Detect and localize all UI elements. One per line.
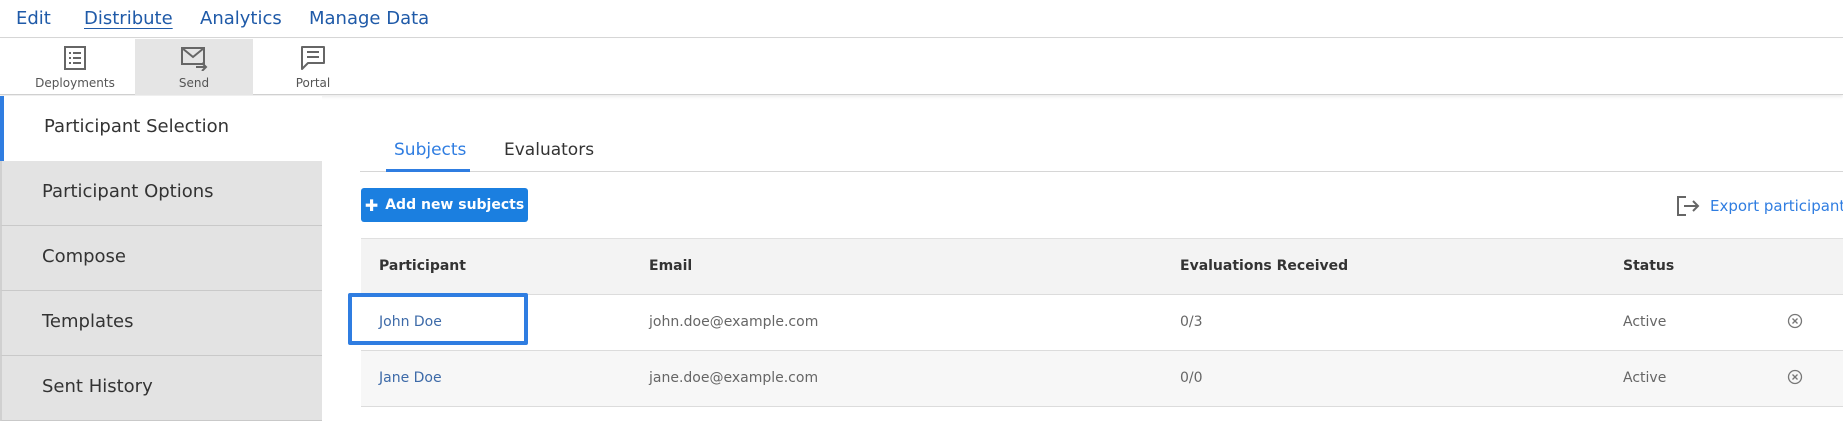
top-menu-bar: Edit Distribute Analytics Manage Data <box>0 0 1843 38</box>
export-participants-link[interactable]: Export participants <box>1676 193 1843 219</box>
table-row: Jane Doe jane.doe@example.com 0/0 Active <box>361 351 1843 407</box>
tool-send-label: Send <box>178 76 210 90</box>
status-text: Active <box>1623 370 1667 386</box>
header-status[interactable]: Status <box>1623 258 1674 274</box>
sidebar-item-participant-selection[interactable]: Participant Selection <box>0 96 322 161</box>
sidebar-item-participant-options[interactable]: Participant Options <box>0 161 322 226</box>
sidebar-item-templates[interactable]: Templates <box>0 291 322 356</box>
tool-send[interactable]: Send <box>135 39 253 95</box>
tool-portal-label: Portal <box>295 76 331 90</box>
tool-deployments-label: Deployments <box>35 76 115 90</box>
export-participants-label: Export participants <box>1710 197 1843 215</box>
menu-manage-data[interactable]: Manage Data <box>309 8 429 29</box>
list-icon <box>64 46 86 70</box>
plus-icon: ✚ <box>364 195 379 215</box>
remove-circle-icon[interactable] <box>1787 313 1803 329</box>
remove-circle-icon[interactable] <box>1787 369 1803 385</box>
status-text: Active <box>1623 314 1667 330</box>
participant-name-link[interactable]: John Doe <box>379 314 442 330</box>
menu-distribute[interactable]: Distribute <box>84 8 173 29</box>
sidebar-item-label: Participant Options <box>42 181 214 202</box>
tab-bar: Subjects Evaluators <box>360 96 1843 172</box>
chat-icon <box>301 46 325 70</box>
tab-subjects[interactable]: Subjects <box>394 140 466 160</box>
export-icon <box>1677 196 1700 216</box>
sidebar-item-label: Compose <box>42 246 127 267</box>
add-new-subjects-button[interactable]: ✚ Add new subjects <box>361 188 528 222</box>
evaluations-received: 0/0 <box>1180 370 1203 386</box>
participant-name-link[interactable]: Jane Doe <box>379 370 442 386</box>
participant-email: john.doe@example.com <box>649 314 819 330</box>
tool-deployments[interactable]: Deployments <box>16 39 134 95</box>
tab-evaluators[interactable]: Evaluators <box>504 140 594 160</box>
active-tab-indicator <box>386 169 470 172</box>
participant-email: jane.doe@example.com <box>649 370 819 386</box>
toolbar: Deployments Send Portal <box>0 39 1843 95</box>
menu-analytics[interactable]: Analytics <box>200 8 282 29</box>
add-new-subjects-label: Add new subjects <box>385 197 525 213</box>
sidebar-item-label: Templates <box>42 311 134 332</box>
table-row: John Doe john.doe@example.com 0/3 Active <box>361 295 1843 351</box>
table-header: Participant Email Evaluations Received S… <box>361 238 1843 295</box>
evaluations-received: 0/3 <box>1180 314 1203 330</box>
sidebar-item-compose[interactable]: Compose <box>0 226 322 291</box>
header-evaluations-received[interactable]: Evaluations Received <box>1180 258 1348 274</box>
menu-edit[interactable]: Edit <box>16 8 51 29</box>
sidebar-item-label: Participant Selection <box>44 116 230 137</box>
header-participant[interactable]: Participant <box>379 258 466 274</box>
mail-send-icon <box>181 47 208 71</box>
header-email[interactable]: Email <box>649 258 692 274</box>
sidebar-item-sent-history[interactable]: Sent History <box>0 356 322 421</box>
left-sidebar: Participant Selection Participant Option… <box>0 96 322 422</box>
tool-portal[interactable]: Portal <box>254 39 372 95</box>
sidebar-item-label: Sent History <box>42 376 153 397</box>
